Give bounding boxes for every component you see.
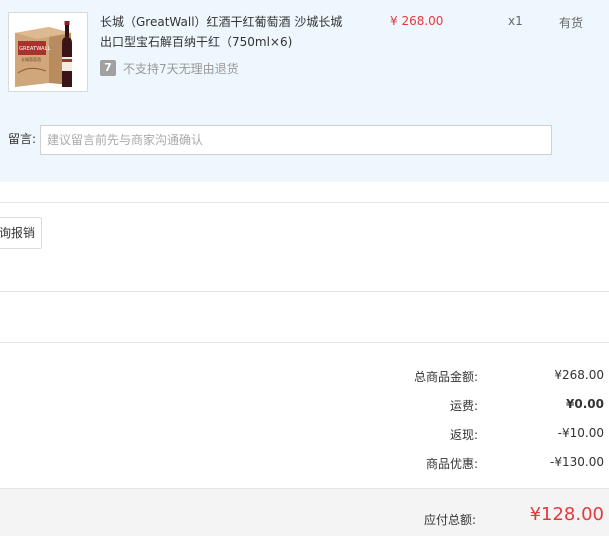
total-bar xyxy=(0,488,609,536)
summary-subtotal-value: ¥268.00 xyxy=(554,368,604,382)
stock-status: 有货 xyxy=(559,16,584,30)
summary-shipping-value: ¥0.00 xyxy=(566,397,604,411)
summary-shipping-label: 运费: xyxy=(449,399,478,413)
divider xyxy=(0,202,609,203)
product-title[interactable]: 长城（GreatWall）红酒干红葡萄酒 沙城长城出口型宝石解百纳干红（750m… xyxy=(100,12,350,52)
product-thumbnail[interactable]: GREATWALL 长城葡萄酒 xyxy=(8,12,88,92)
summary-discount-value: -¥130.00 xyxy=(550,455,604,469)
product-price: ¥ 268.00 xyxy=(390,14,444,28)
summary-discount-label: 商品优惠: xyxy=(425,457,478,471)
divider xyxy=(0,291,609,292)
total-label: 应付总额: xyxy=(423,513,476,527)
summary-cashback-label: 返现: xyxy=(449,428,478,442)
divider xyxy=(0,342,609,343)
return-policy-note: 不支持7天无理由退货 xyxy=(123,62,239,76)
total-value: ¥128.00 xyxy=(529,504,604,525)
summary-cashback-value: -¥10.00 xyxy=(557,426,604,440)
remark-input[interactable] xyxy=(40,125,552,155)
remark-label: 留言: xyxy=(8,132,37,146)
product-quantity: x1 xyxy=(508,14,523,28)
invoice-button[interactable]: 询报销 xyxy=(0,217,42,249)
svg-text:GREATWALL: GREATWALL xyxy=(19,46,50,52)
svg-text:长城葡萄酒: 长城葡萄酒 xyxy=(21,56,41,62)
no-return-icon: 7 xyxy=(100,60,116,76)
summary-subtotal-label: 总商品金额: xyxy=(413,370,478,384)
wine-box-image: GREATWALL 长城葡萄酒 xyxy=(9,13,87,91)
